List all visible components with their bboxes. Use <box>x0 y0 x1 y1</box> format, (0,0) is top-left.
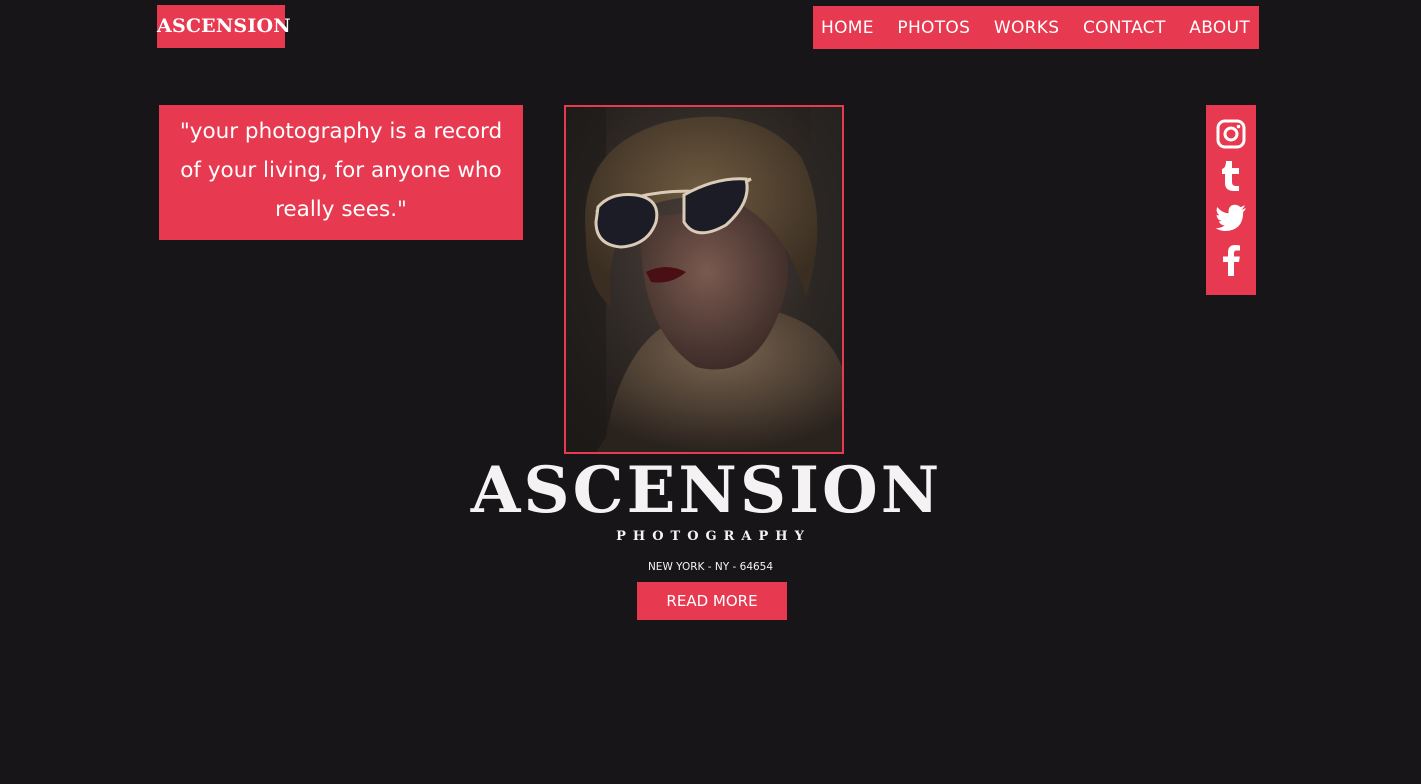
instagram-icon[interactable] <box>1215 118 1247 150</box>
portrait-photo-icon <box>566 107 842 452</box>
hero-photo <box>564 105 844 454</box>
nav-photos[interactable]: PHOTOS <box>897 18 970 38</box>
social-bar <box>1206 105 1256 295</box>
hero-title: ASCENSION <box>470 453 943 528</box>
nav-about[interactable]: ABOUT <box>1189 18 1250 38</box>
nav-works[interactable]: WORKS <box>994 18 1059 38</box>
quote-box: "your photography is a record of your li… <box>159 105 523 240</box>
main-nav: HOME PHOTOS WORKS CONTACT ABOUT <box>813 6 1259 49</box>
tumblr-icon[interactable] <box>1215 160 1247 192</box>
twitter-icon[interactable] <box>1215 202 1247 234</box>
hero-subtitle: PHOTOGRAPHY <box>616 529 811 544</box>
hero-address: NEW YORK - NY - 64654 <box>647 561 774 573</box>
facebook-icon[interactable] <box>1215 244 1247 276</box>
page: ASCENSION HOME PHOTOS WORKS CONTACT ABOU… <box>0 0 1421 784</box>
site-logo[interactable]: ASCENSION <box>157 5 291 48</box>
quote-text: "your photography is a record of your li… <box>179 119 503 222</box>
nav-home[interactable]: HOME <box>821 18 874 38</box>
nav-contact[interactable]: CONTACT <box>1083 18 1166 38</box>
read-more-button[interactable]: READ MORE <box>637 582 787 620</box>
